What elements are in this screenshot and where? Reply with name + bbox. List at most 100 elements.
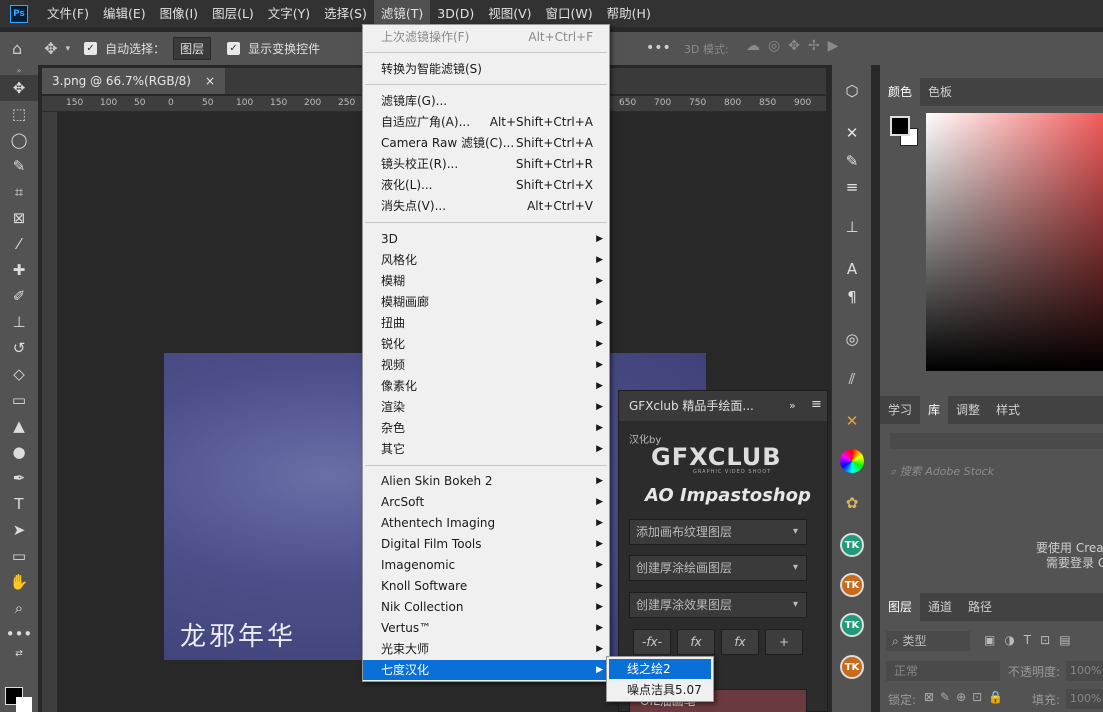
dodge-tool-icon[interactable]: ● bbox=[0, 439, 38, 465]
tab-learn[interactable]: 学习 bbox=[880, 396, 920, 424]
tk-panel-icon[interactable]: TK bbox=[840, 613, 864, 637]
auto-select-checkbox[interactable]: ✓ bbox=[84, 42, 98, 55]
plugin-alien-skin[interactable]: Alien Skin Bokeh 2 ▶ bbox=[363, 471, 609, 491]
color-picker-field[interactable] bbox=[926, 113, 1103, 371]
glyphs-icon[interactable]: ◎ bbox=[840, 327, 864, 351]
frame-tool-icon[interactable]: ⊠ bbox=[0, 205, 38, 231]
plugin-imagenomic[interactable]: Imagenomic ▶ bbox=[363, 555, 609, 575]
plugin-vertus[interactable]: Vertus™ ▶ bbox=[363, 618, 609, 638]
fx-button-1[interactable]: -fx- bbox=[633, 629, 671, 655]
foreground-color-swatch[interactable] bbox=[890, 116, 910, 136]
close-icon[interactable]: × bbox=[205, 68, 215, 94]
lens-correction-item[interactable]: 镜头校正(R)... Shift+Ctrl+R bbox=[363, 154, 609, 174]
menu-3d[interactable]: 3D(D) bbox=[430, 0, 481, 27]
blur-tool-icon[interactable]: ▲ bbox=[0, 413, 38, 439]
opacity-input[interactable]: 100% bbox=[1066, 661, 1103, 681]
tab-paths[interactable]: 路径 bbox=[960, 593, 1000, 621]
adjust-icon[interactable]: ≡ bbox=[840, 175, 864, 199]
plugin-knoll[interactable]: Knoll Software ▶ bbox=[363, 576, 609, 596]
plugin-light-master[interactable]: 光束大师 ▶ bbox=[363, 639, 609, 659]
move-tool-icon[interactable]: ✥ bbox=[0, 75, 38, 101]
layer-kind-filter[interactable]: ⌕ 类型 bbox=[886, 631, 970, 651]
plugin-digital-film-tools[interactable]: Digital Film Tools ▶ bbox=[363, 534, 609, 554]
3d-panel-icon[interactable]: ⬡ bbox=[840, 79, 864, 103]
home-icon[interactable]: ⌂ bbox=[12, 39, 22, 58]
submenu-other[interactable]: 其它 ▶ bbox=[363, 439, 609, 459]
create-effect-layer-dropdown[interactable]: 创建厚涂效果图层 ▾ bbox=[629, 592, 807, 618]
liquify-item[interactable]: 液化(L)... Shift+Ctrl+X bbox=[363, 175, 609, 195]
type-tool-icon[interactable]: T bbox=[0, 491, 38, 517]
tab-layers[interactable]: 图层 bbox=[880, 593, 921, 621]
fx-button-4[interactable]: + bbox=[765, 629, 803, 655]
stamp-tool-icon[interactable]: ⊥ bbox=[0, 309, 38, 335]
create-paint-layer-dropdown[interactable]: 创建厚涂绘画图层 ▾ bbox=[629, 555, 807, 581]
more-tools-icon[interactable]: ••• bbox=[0, 621, 38, 647]
brush-settings-icon[interactable]: ✕ bbox=[840, 121, 864, 145]
hand-tool-icon[interactable]: ✋ bbox=[0, 569, 38, 595]
menu-layer[interactable]: 图层(L) bbox=[205, 0, 261, 27]
submenu-3d[interactable]: 3D ▶ bbox=[363, 229, 609, 249]
collapse-icon[interactable]: » bbox=[0, 65, 38, 75]
background-color-swatch[interactable] bbox=[16, 697, 32, 712]
stock-search-input[interactable]: ⌕ 搜索 Adobe Stock bbox=[890, 463, 994, 479]
submenu-blur[interactable]: 模糊 ▶ bbox=[363, 271, 609, 291]
menu-file[interactable]: 文件(F) bbox=[40, 0, 96, 27]
menu-filter[interactable]: 滤镜(T) bbox=[373, 0, 431, 27]
brush-tool-icon[interactable]: ✐ bbox=[0, 283, 38, 309]
path-select-tool-icon[interactable]: ➤ bbox=[0, 517, 38, 543]
blend-mode-dropdown[interactable]: 正常 bbox=[886, 661, 1000, 681]
expand-icon[interactable]: » bbox=[789, 399, 796, 412]
chevron-down-icon[interactable]: ▾ bbox=[66, 44, 71, 54]
submenu-item-noise-cleaner[interactable]: 噪点洁具5.07 bbox=[609, 680, 711, 700]
pen-tool-icon[interactable]: ✒ bbox=[0, 465, 38, 491]
brush-icon[interactable]: ✎ bbox=[840, 149, 864, 173]
rectangle-tool-icon[interactable]: ▭ bbox=[0, 543, 38, 569]
fx-button-3[interactable]: fx bbox=[721, 629, 759, 655]
marquee-tool-icon[interactable]: ⬚ bbox=[0, 101, 38, 127]
eyedropper-tool-icon[interactable]: ⁄ bbox=[0, 231, 38, 257]
plugin-qidu-hanhua[interactable]: 七度汉化 ▶ bbox=[363, 660, 609, 680]
crop-tool-icon[interactable]: ⌗ bbox=[0, 179, 38, 205]
tab-styles[interactable]: 样式 bbox=[988, 396, 1028, 424]
show-transform-checkbox[interactable]: ✓ bbox=[227, 42, 241, 55]
tab-swatches[interactable]: 色板 bbox=[920, 78, 960, 106]
plugin-nik[interactable]: Nik Collection ▶ bbox=[363, 597, 609, 617]
tab-color[interactable]: 颜色 bbox=[880, 78, 921, 106]
tk-panel-icon[interactable]: TK bbox=[840, 573, 864, 597]
vanishing-point-item[interactable]: 消失点(V)... Alt+Ctrl+V bbox=[363, 196, 609, 216]
character-icon[interactable]: A bbox=[840, 257, 864, 281]
submenu-sharpen[interactable]: 锐化 ▶ bbox=[363, 334, 609, 354]
lock-icons[interactable]: ⊠✎⊕⊡🔒 bbox=[924, 690, 1009, 704]
menu-type[interactable]: 文字(Y) bbox=[261, 0, 317, 27]
menu-edit[interactable]: 编辑(E) bbox=[96, 0, 153, 27]
submenu-video[interactable]: 视频 ▶ bbox=[363, 355, 609, 375]
plugin-icon[interactable]: ✿ bbox=[840, 491, 864, 515]
submenu-stylize[interactable]: 风格化 ▶ bbox=[363, 250, 609, 270]
tk-panel-icon[interactable]: TK bbox=[840, 533, 864, 557]
zoom-tool-icon[interactable]: ⌕ bbox=[0, 595, 38, 621]
menu-window[interactable]: 窗口(W) bbox=[539, 0, 600, 27]
plugin-arcsoft[interactable]: ArcSoft ▶ bbox=[363, 492, 609, 512]
plugin-athentech[interactable]: Athentech Imaging ▶ bbox=[363, 513, 609, 533]
tab-channels[interactable]: 通道 bbox=[920, 593, 960, 621]
submenu-render[interactable]: 渲染 ▶ bbox=[363, 397, 609, 417]
document-tab[interactable]: 3.png @ 66.7%(RGB/8) × bbox=[42, 68, 226, 94]
fx-button-2[interactable]: fx bbox=[677, 629, 715, 655]
clone-source-icon[interactable]: ⊥ bbox=[840, 215, 864, 239]
move-tool-icon[interactable]: ✥ bbox=[44, 39, 57, 58]
tab-libraries[interactable]: 库 bbox=[920, 396, 949, 424]
camera-raw-item[interactable]: Camera Raw 滤镜(C)... Shift+Ctrl+A bbox=[363, 133, 609, 153]
auto-select-dropdown[interactable]: 图层 bbox=[173, 37, 212, 60]
menu-help[interactable]: 帮助(H) bbox=[600, 0, 658, 27]
more-options-icon[interactable]: ••• bbox=[646, 40, 671, 56]
paragraph-icon[interactable]: ¶ bbox=[840, 285, 864, 309]
history-brush-icon[interactable]: ↺ bbox=[0, 335, 38, 361]
submenu-distort[interactable]: 扭曲 ▶ bbox=[363, 313, 609, 333]
tools-icon[interactable]: ✕ bbox=[840, 409, 864, 433]
menu-view[interactable]: 视图(V) bbox=[481, 0, 538, 27]
stripes-icon[interactable]: ⫽ bbox=[840, 367, 864, 391]
submenu-item-xianzhihui[interactable]: 线之绘2 bbox=[609, 659, 711, 679]
fill-input[interactable]: 100% bbox=[1066, 689, 1103, 709]
submenu-pixelate[interactable]: 像素化 ▶ bbox=[363, 376, 609, 396]
tk-panel-icon[interactable]: TK bbox=[840, 655, 864, 679]
